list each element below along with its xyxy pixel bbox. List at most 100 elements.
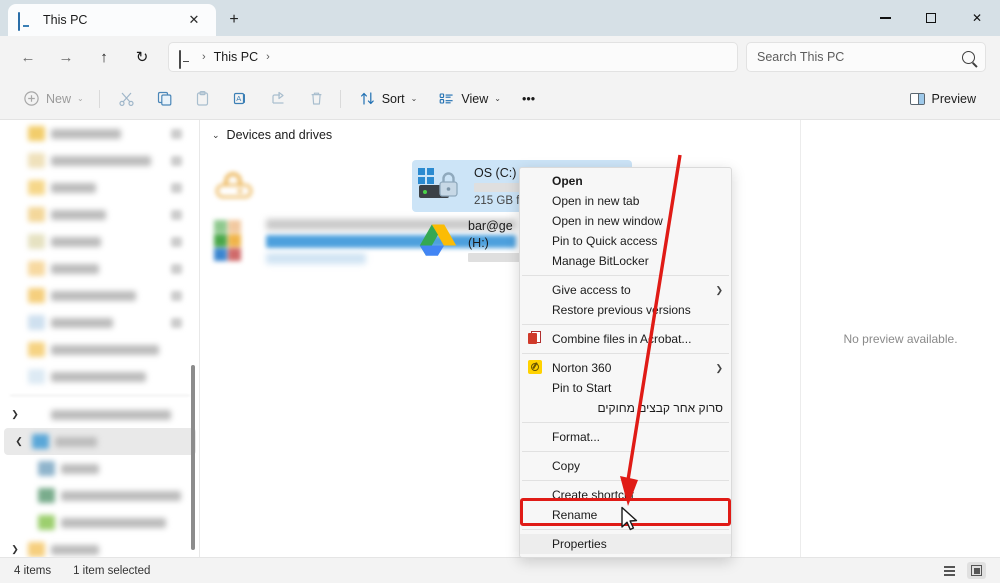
menu-item-properties[interactable]: Properties [520,534,731,554]
menu-item-label: Pin to Start [552,381,612,395]
sidebar-item[interactable] [0,363,200,390]
more-options-button[interactable]: ••• [513,84,544,114]
menu-item-open-in-new-tab[interactable]: Open in new tab [520,191,731,211]
sidebar-item-expandable[interactable]: ❯ [0,401,200,428]
sidebar-item[interactable] [0,201,200,228]
blurred-drive-tile-1[interactable] [214,168,258,204]
context-menu[interactable]: Open Open in new tab Open in new window … [519,167,732,558]
menu-item-give-access-to[interactable]: Give access to ❯ [520,280,731,300]
chevron-down-icon[interactable]: ⌄ [212,130,220,141]
sidebar-item[interactable] [0,228,200,255]
minimize-button[interactable] [862,0,908,36]
menu-item-pin-to-quick-access[interactable]: Pin to Quick access [520,231,731,251]
sidebar-item-badge [171,182,182,193]
menu-item-label: Restore previous versions [552,303,691,317]
paste-button[interactable] [185,84,220,114]
close-window-button[interactable]: ✕ [954,0,1000,36]
sidebar-item[interactable] [0,255,200,282]
navigation-sidebar[interactable]: ❯ ❮ ❯ [0,120,200,557]
menu-item-scan-for-deleted-files[interactable]: סרוק אחר קבצים מחוקים [520,398,731,418]
sidebar-item-label [61,463,99,474]
sidebar-item-label [51,209,106,220]
folder-icon [28,234,45,249]
sidebar-item-badge [171,263,182,274]
menu-item-open[interactable]: Open [520,171,731,191]
group-header-devices-and-drives[interactable]: ⌄ Devices and drives [200,120,800,142]
toolbar-separator-2 [339,89,341,108]
sort-button[interactable]: Sort ⌄ [350,84,427,114]
menu-item-label: Create shortcut [552,488,635,502]
preview-toggle-button[interactable]: Preview [900,84,986,114]
view-button[interactable]: View ⌄ [429,84,510,114]
window-controls: ✕ [862,0,1000,36]
forward-button[interactable]: → [50,41,82,73]
rename-button[interactable]: A [223,84,258,114]
breadcrumb-item-this-pc[interactable]: This PC [214,50,258,64]
sidebar-item-badge [171,317,182,328]
maximize-button[interactable] [908,0,954,36]
submenu-arrow-icon: ❯ [715,284,723,295]
menu-item-pin-to-start[interactable]: Pin to Start [520,378,731,398]
menu-item-norton-360[interactable]: Norton 360 ❯ [520,358,731,378]
sidebar-item-label [51,290,136,301]
back-button[interactable]: ← [12,41,44,73]
sidebar-item-label [51,155,151,166]
preview-pane-icon [909,92,925,105]
copy-button[interactable] [147,84,182,114]
sidebar-item-label [51,182,96,193]
folder-icon [28,315,45,330]
tab-this-pc[interactable]: This PC ✕ [8,4,216,36]
address-bar[interactable]: › This PC › [168,42,738,72]
menu-item-combine-files-in-acrobat[interactable]: Combine files in Acrobat... [520,329,731,349]
sidebar-item[interactable] [0,120,200,147]
status-bar: 4 items 1 item selected [0,557,1000,583]
new-button[interactable]: New ⌄ [14,84,93,114]
file-explorer-window: This PC ✕ + ✕ ← → ↑ ↻ › This PC › Search… [0,0,1000,583]
delete-button[interactable] [299,84,334,114]
menu-item-manage-bitlocker[interactable]: Manage BitLocker [520,251,731,271]
breadcrumb-separator-1: › [202,51,206,63]
menu-item-format[interactable]: Format... [520,427,731,447]
sidebar-scrollbar[interactable] [191,365,195,550]
large-icons-view-icon[interactable] [967,562,986,579]
menu-separator [522,422,729,423]
search-input[interactable] [757,50,962,64]
sidebar-item-label [61,490,181,501]
menu-item-label: Copy [552,459,581,473]
search-icon[interactable] [962,50,975,64]
sidebar-item-label [51,128,121,139]
sidebar-item[interactable] [0,309,200,336]
sidebar-item-label [55,436,97,447]
sidebar-item[interactable] [0,482,200,509]
sidebar-item[interactable] [0,147,200,174]
chevron-down-icon[interactable]: ❮ [12,436,26,447]
menu-item-restore-previous-versions[interactable]: Restore previous versions [520,300,731,320]
menu-item-copy[interactable]: Copy [520,456,731,476]
chevron-right-icon[interactable]: ❯ [8,409,22,420]
menu-item-rename[interactable]: Rename [520,505,731,525]
sidebar-item[interactable] [0,455,200,482]
details-view-icon[interactable] [940,562,959,579]
menu-item-create-shortcut[interactable]: Create shortcut [520,485,731,505]
view-list-icon [438,90,455,107]
close-tab-icon[interactable]: ✕ [182,8,206,32]
sidebar-item[interactable] [0,282,200,309]
sidebar-item[interactable] [0,174,200,201]
menu-item-open-in-new-window[interactable]: Open in new window [520,211,731,231]
sort-button-label: Sort [381,91,405,106]
sidebar-item-expandable[interactable]: ❯ [0,536,200,557]
svg-text:A: A [236,94,241,103]
chevron-right-icon[interactable]: ❯ [8,544,22,555]
sidebar-item-this-pc[interactable]: ❮ [4,428,196,455]
refresh-button[interactable]: ↻ [126,41,158,73]
this-pc-icon[interactable] [179,49,194,69]
menu-item-label: סרוק אחר קבצים מחוקים [597,401,723,415]
sidebar-item[interactable] [0,336,200,363]
cut-button[interactable] [109,84,144,114]
search-box[interactable] [746,42,986,72]
explorer-body: ❯ ❮ ❯ ⌄ Devices and drives OS (C:) 215 G… [0,120,1000,557]
share-button[interactable] [261,84,296,114]
new-tab-button[interactable]: + [222,8,246,32]
up-button[interactable]: ↑ [88,41,120,73]
sidebar-item[interactable] [0,509,200,536]
